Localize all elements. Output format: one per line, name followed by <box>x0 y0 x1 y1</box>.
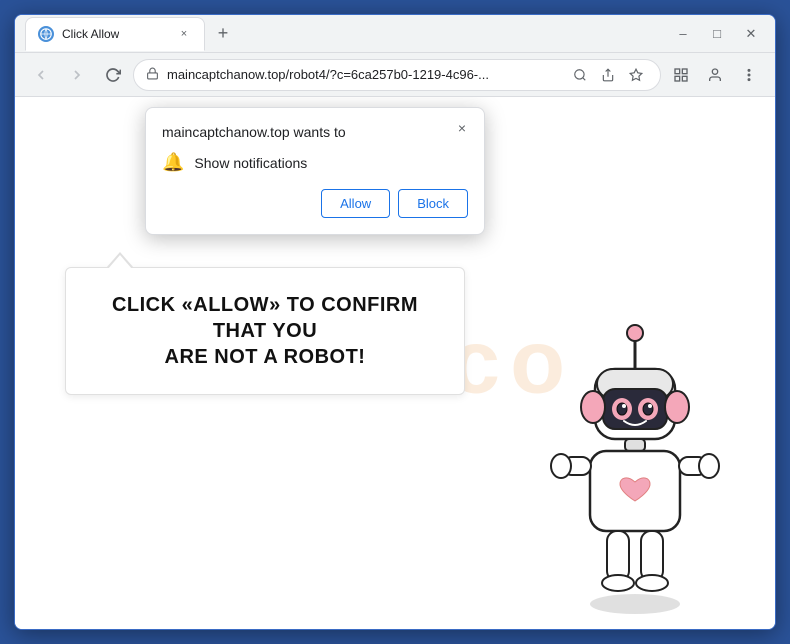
lock-icon <box>146 67 159 83</box>
tab-close-button[interactable]: × <box>176 26 192 42</box>
window-controls: – □ ✕ <box>669 20 765 48</box>
popup-close-button[interactable]: × <box>450 116 474 140</box>
popup-notification-row: 🔔 Show notifications <box>162 152 468 173</box>
search-icon[interactable] <box>568 63 592 87</box>
popup-title: maincaptchanow.top wants to <box>162 124 468 140</box>
nav-right-icons <box>665 59 765 91</box>
close-button[interactable]: ✕ <box>737 20 765 48</box>
menu-icon[interactable] <box>733 59 765 91</box>
back-button[interactable] <box>25 59 57 91</box>
notification-popup: × maincaptchanow.top wants to 🔔 Show not… <box>145 107 485 235</box>
tab-favicon <box>38 26 54 42</box>
captcha-line2: ARE NOT A ROBOT! <box>96 344 434 370</box>
tab-title: Click Allow <box>62 27 119 41</box>
bookmark-icon[interactable] <box>624 63 648 87</box>
captcha-line1: CLICK «ALLOW» TO CONFIRM THAT YOU <box>96 292 434 344</box>
maximize-button[interactable]: □ <box>703 20 731 48</box>
browser-window: Click Allow × + – □ ✕ maincaptchanow.top… <box>14 14 776 630</box>
profile-icon[interactable] <box>699 59 731 91</box>
robot-illustration <box>525 309 745 629</box>
minimize-button[interactable]: – <box>669 20 697 48</box>
active-tab[interactable]: Click Allow × <box>25 17 205 51</box>
captcha-box: CLICK «ALLOW» TO CONFIRM THAT YOU ARE NO… <box>65 267 465 395</box>
address-icons <box>568 63 648 87</box>
popup-buttons: Allow Block <box>162 189 468 218</box>
allow-button[interactable]: Allow <box>321 189 390 218</box>
page-content: risk.co × maincaptchanow.top wants to 🔔 … <box>15 97 775 629</box>
new-tab-button[interactable]: + <box>209 20 237 48</box>
forward-button[interactable] <box>61 59 93 91</box>
popup-notification-text: Show notifications <box>194 155 307 171</box>
address-bar[interactable]: maincaptchanow.top/robot4/?c=6ca257b0-12… <box>133 59 661 91</box>
bell-icon: 🔔 <box>162 152 184 173</box>
address-text: maincaptchanow.top/robot4/?c=6ca257b0-12… <box>167 67 560 82</box>
extensions-icon[interactable] <box>665 59 697 91</box>
title-bar: Click Allow × + – □ ✕ <box>15 15 775 53</box>
nav-bar: maincaptchanow.top/robot4/?c=6ca257b0-12… <box>15 53 775 97</box>
share-icon[interactable] <box>596 63 620 87</box>
reload-button[interactable] <box>97 59 129 91</box>
tab-strip: Click Allow × + <box>25 17 661 51</box>
block-button[interactable]: Block <box>398 189 468 218</box>
